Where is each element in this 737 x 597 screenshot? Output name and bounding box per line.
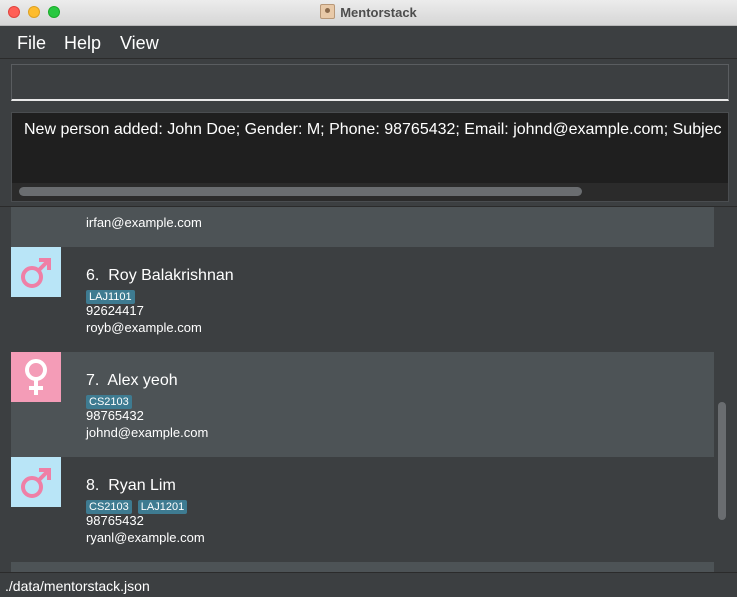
tag: CS2103 <box>86 395 132 409</box>
person-phone: 92624417 <box>86 303 144 318</box>
person-email: irfan@example.com <box>86 215 202 230</box>
female-icon <box>11 352 61 402</box>
male-icon <box>11 247 61 297</box>
person-index: 6. <box>86 267 100 284</box>
result-message: New person added: John Doe; Gender: M; P… <box>24 121 722 138</box>
menu-bar: File Help View <box>0 26 737 59</box>
person-list[interactable]: irfan@example.com 6. Roy Balakrishnan LA… <box>0 206 737 573</box>
list-vertical-scrollbar[interactable] <box>718 402 726 520</box>
person-email: royb@example.com <box>86 320 202 335</box>
person-name: Ryan Lim <box>108 477 176 494</box>
tag: CS2103 <box>86 500 132 514</box>
person-phone: 98765432 <box>86 513 144 528</box>
result-horizontal-scrollbar[interactable] <box>16 185 724 197</box>
menu-file[interactable]: File <box>17 33 46 54</box>
person-email: johnd@example.com <box>86 425 209 440</box>
male-icon <box>11 457 61 507</box>
tag: LAJ1201 <box>137 500 188 514</box>
person-index: 8. <box>86 477 100 494</box>
person-phone: 98765432 <box>86 408 144 423</box>
person-name: Roy Balakrishnan <box>108 267 234 284</box>
status-bar: ./data/mentorstack.json <box>0 572 737 597</box>
person-card[interactable]: 7. Alex yeoh CS2103 98765432 johnd@examp… <box>11 352 714 457</box>
person-email: ryanl@example.com <box>86 530 205 545</box>
result-display: New person added: John Doe; Gender: M; P… <box>11 112 729 202</box>
window-title: Mentorstack <box>340 5 417 20</box>
title-bar: Mentorstack <box>0 0 737 26</box>
person-index: 7. <box>86 372 100 389</box>
person-card[interactable]: irfan@example.com <box>11 207 714 247</box>
command-input[interactable] <box>11 64 729 101</box>
result-scroll-thumb[interactable] <box>19 187 582 196</box>
menu-view[interactable]: View <box>120 33 159 54</box>
app-icon <box>320 4 336 19</box>
person-card[interactable]: 8. Ryan Lim CS2103 LAJ1201 98765432 ryanl… <box>11 457 714 562</box>
tag: LAJ1101 <box>86 290 135 304</box>
save-location: ./data/mentorstack.json <box>5 578 150 594</box>
person-card[interactable]: 6. Roy Balakrishnan LAJ1101 92624417 roy… <box>11 247 714 352</box>
person-name: Alex yeoh <box>107 372 178 389</box>
menu-help[interactable]: Help <box>64 33 101 54</box>
